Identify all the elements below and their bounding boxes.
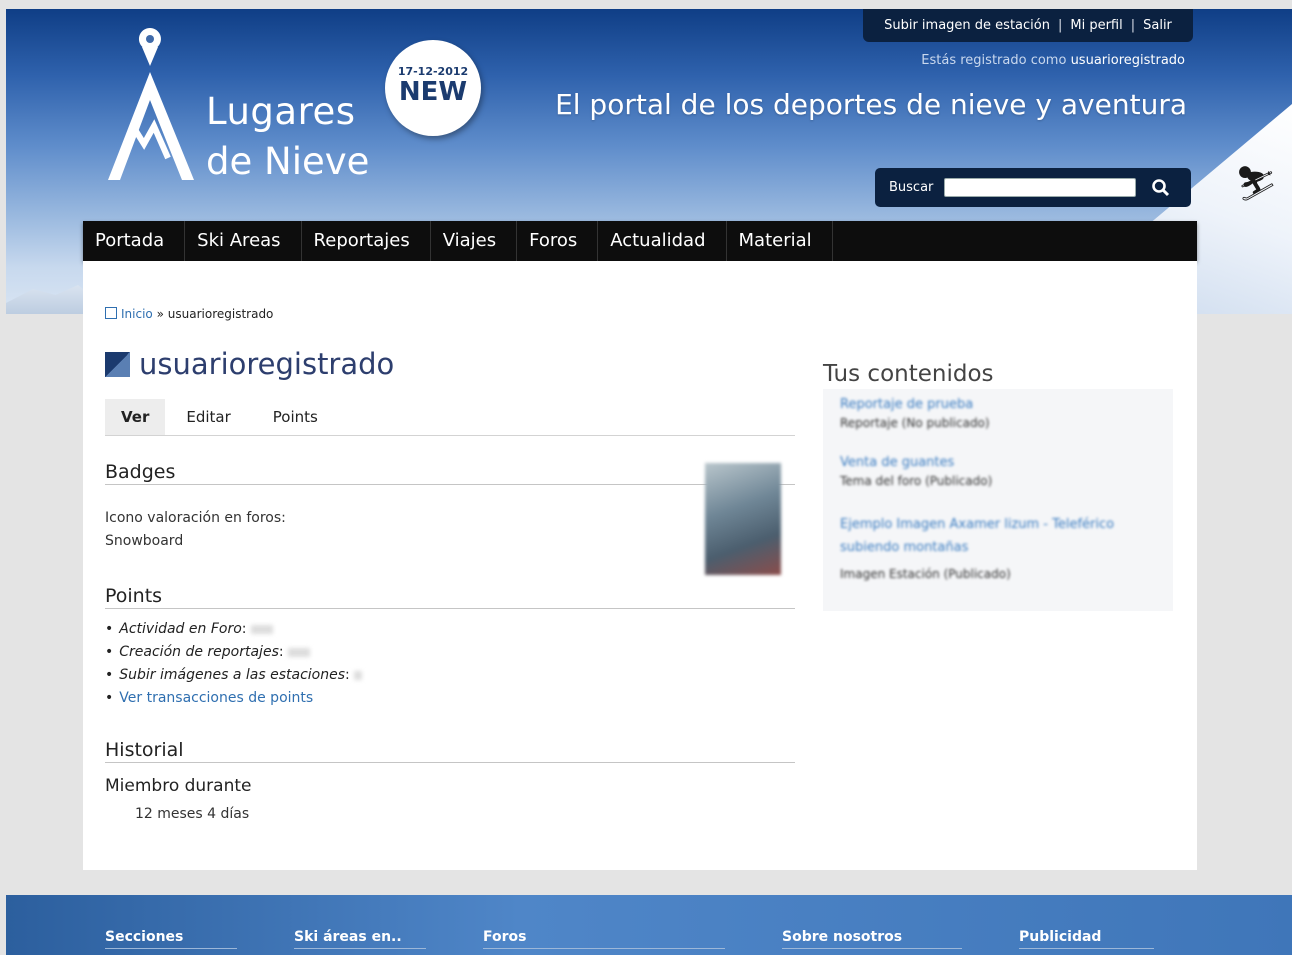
tab-editar[interactable]: Editar [165,399,251,435]
blurred-value [250,624,273,634]
content-meta: Tema del foro (Publicado) [840,474,993,488]
new-badge: 17-12-2012 NEW [385,40,481,136]
search-label: Buscar [889,180,934,195]
badges-value: Snowboard [105,533,184,549]
content-meta: Imagen Estación (Publicado) [840,567,1011,581]
site-slogan: El portal de los deportes de nieve y ave… [555,88,1187,121]
skier-figure: ⛷ [1234,164,1278,204]
profile-tabs: Ver Editar Points [105,399,795,436]
member-since-value: 12 meses 4 días [135,806,250,822]
content-link[interactable]: Reportaje de prueba [840,397,973,412]
user-toplinks: Subir imagen de estación | Mi perfil | S… [863,9,1193,42]
separator: | [1057,18,1063,33]
points-item-label: Actividad en Foro [119,621,242,637]
nav-material[interactable]: Material [727,221,833,261]
logo-text-line1: Lugares [206,90,356,133]
separator: | [1130,18,1136,33]
upload-image-link[interactable]: Subir imagen de estación [884,18,1050,33]
breadcrumb-current: usuarioregistrado [167,307,274,321]
nav-viajes[interactable]: Viajes [431,221,518,261]
breadcrumb-home[interactable]: Inicio [121,307,153,321]
content-meta: Reportaje (No publicado) [840,416,990,430]
content-link[interactable]: Venta de guantes [840,455,954,470]
footer-publicidad[interactable]: Publicidad [1019,929,1154,949]
nav-ski-areas[interactable]: Ski Areas [185,221,302,261]
footer: Secciones Ski áreas en.. Foros Sobre nos… [6,895,1292,955]
search-input[interactable] [944,178,1137,197]
member-since-label: Miembro durante [105,776,252,796]
search-icon[interactable] [1150,177,1172,199]
footer-secciones[interactable]: Secciones [105,929,237,949]
list-item: Venta de guantes Tema del foro (Publicado… [840,455,992,488]
nav-actualidad[interactable]: Actualidad [598,221,727,261]
points-item-label: Creación de reportajes [119,644,279,660]
blurred-value [288,647,311,657]
list-item: Ver transacciones de points [105,690,362,706]
footer-foros[interactable]: Foros [483,929,725,949]
title-icon [105,352,130,377]
list-item: Ejemplo Imagen Axamer lizum - Teleférico… [840,513,1150,586]
page-title-text: usuarioregistrado [139,347,395,381]
list-item: Actividad en Foro: [105,621,362,637]
points-item-label: Subir imágenes a las estaciones [119,667,345,683]
main-nav: Portada Ski Areas Reportajes Viajes Foro… [83,221,1197,261]
points-heading: Points [105,585,795,609]
list-item: Creación de reportajes: [105,644,362,660]
nav-portada[interactable]: Portada [83,221,186,261]
nav-foros[interactable]: Foros [517,221,599,261]
list-item: Reportaje de prueba Reportaje (No publica… [840,397,990,430]
badges-label: Icono valoración en foros: [105,510,286,526]
sidebar-heading: Tus contenidos [823,361,994,387]
tab-ver[interactable]: Ver [105,399,166,435]
breadcrumb: Inicio » usuarioregistrado [105,307,273,321]
historial-heading: Historial [105,739,795,763]
breadcrumb-sep: » [156,307,164,321]
content-link[interactable]: Ejemplo Imagen Axamer lizum - Teleférico… [840,517,1114,555]
logged-prefix: Estás registrado como [921,53,1067,68]
your-content-sidebar: Tus contenidos Reportaje de prueba Report… [823,361,1173,611]
search-bar: Buscar [875,168,1191,207]
badges-heading: Badges [105,461,795,485]
my-profile-link[interactable]: Mi perfil [1070,18,1122,33]
page-title: usuarioregistrado [105,347,394,381]
home-icon [105,307,117,319]
tab-points[interactable]: Points [252,399,339,435]
list-item: Subir imágenes a las estaciones: [105,667,363,683]
blurred-value [354,670,363,680]
logged-in-status: Estás registrado como usuarioregistrado [921,53,1185,68]
points-list: Actividad en Foro: Creación de reportaje… [105,621,363,713]
sidebar-box: Reportaje de prueba Reportaje (No publica… [823,389,1173,611]
logged-username[interactable]: usuarioregistrado [1071,53,1185,68]
nav-reportajes[interactable]: Reportajes [302,221,431,261]
transactions-link[interactable]: Ver transacciones de points [119,690,313,706]
user-avatar [705,463,781,575]
logout-link[interactable]: Salir [1143,18,1172,33]
footer-ski-areas[interactable]: Ski áreas en.. [294,929,426,949]
main-content: Inicio » usuarioregistrado usuarioregist… [83,261,1197,870]
footer-sobre-nosotros[interactable]: Sobre nosotros [782,929,962,949]
badge-new: NEW [398,77,468,107]
logo-text-line2: de Nieve [206,140,370,183]
